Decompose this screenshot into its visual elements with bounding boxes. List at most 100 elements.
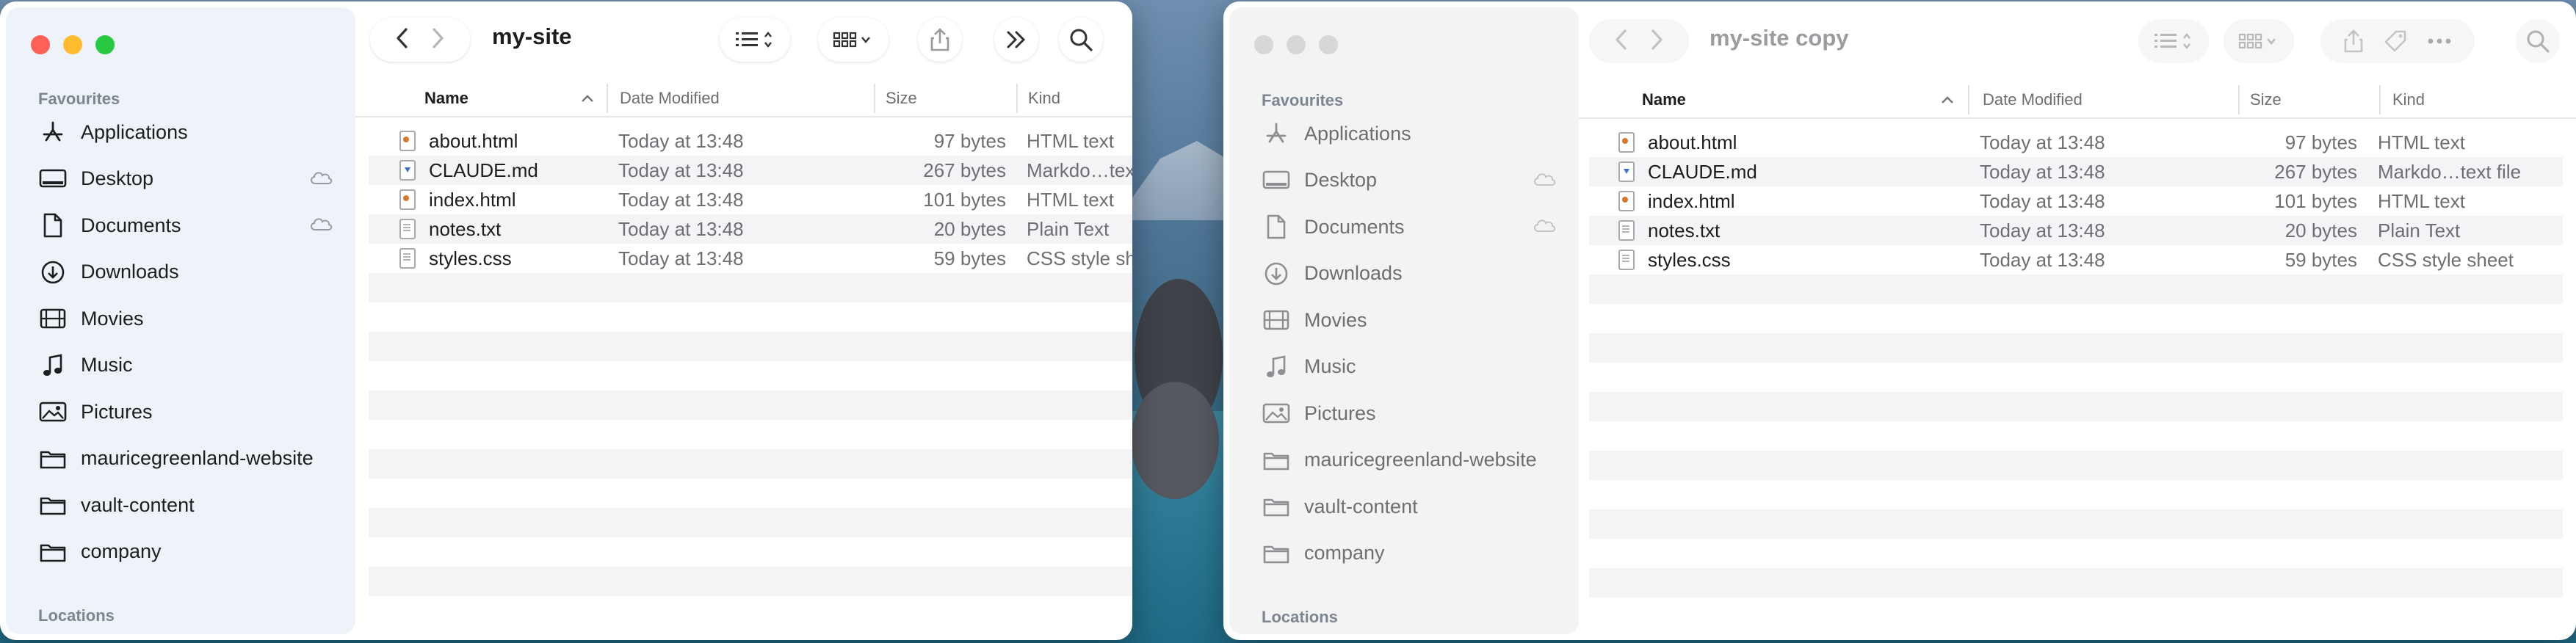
file-row[interactable]: CLAUDE.md Today at 13:48 267 bytes Markdo…t… <box>369 156 1132 185</box>
group-button[interactable] <box>2224 19 2294 63</box>
list-view-icon <box>2154 33 2190 49</box>
share-button[interactable] <box>918 18 962 62</box>
minimize-button[interactable] <box>63 35 82 54</box>
minimize-button[interactable] <box>1287 35 1306 54</box>
folder-icon <box>1262 539 1291 568</box>
tag-icon[interactable] <box>2383 29 2408 54</box>
share-tag-more-group <box>2320 19 2475 63</box>
column-divider[interactable] <box>1968 85 1969 115</box>
column-header-name[interactable]: Name <box>424 84 468 113</box>
column-header-kind[interactable]: Kind <box>1028 84 1060 113</box>
back-forward-control[interactable] <box>370 18 470 62</box>
file-row[interactable]: about.html Today at 13:48 97 bytes HTML tex… <box>1589 128 2563 157</box>
zoom-button[interactable] <box>1319 35 1338 54</box>
search-button[interactable] <box>1059 18 1103 62</box>
search-button[interactable] <box>2516 19 2560 63</box>
file-size: 20 bytes <box>933 217 1006 240</box>
sidebar-item-vault-content[interactable]: vault-content <box>1262 486 1557 527</box>
sidebar-item-documents[interactable]: Documents <box>38 205 333 246</box>
close-button[interactable] <box>1254 35 1273 54</box>
sort-ascending-icon[interactable] <box>1940 94 1955 106</box>
sidebar-item-downloads[interactable]: Downloads <box>1262 253 1557 294</box>
view-options-button[interactable] <box>720 18 790 62</box>
file-kind: Plain Text <box>1027 217 1110 240</box>
sidebar-item-mauricegreenland-website[interactable]: mauricegreenland-website <box>1262 440 1557 481</box>
file-name-cell: notes.txt <box>399 214 501 244</box>
icloud-icon <box>308 215 333 236</box>
column-divider[interactable] <box>2238 85 2240 115</box>
sidebar-item-label: Applications <box>1304 122 1411 145</box>
sidebar-item-applications[interactable]: Applications <box>1262 113 1557 154</box>
sidebar-item-music[interactable]: Music <box>1262 346 1557 388</box>
toolbar: my-site <box>355 1 1132 75</box>
sidebar-item-mauricegreenland-website[interactable]: mauricegreenland-website <box>38 438 333 479</box>
column-header-name[interactable]: Name <box>1642 85 1686 115</box>
chevron-double-right-icon <box>1007 31 1026 48</box>
file-row[interactable]: notes.txt Today at 13:48 20 bytes Plain Tex… <box>1589 216 2563 245</box>
sidebar-section-favourites: Favourites <box>1262 91 1344 109</box>
sidebar-item-pictures[interactable]: Pictures <box>1262 393 1557 434</box>
movies-icon <box>38 304 68 333</box>
empty-row <box>369 508 1132 537</box>
file-row[interactable]: styles.css Today at 13:48 59 bytes CSS styl… <box>369 244 1132 273</box>
sort-ascending-icon[interactable] <box>580 92 595 104</box>
documents-icon <box>1262 212 1291 241</box>
sidebar-item-movies[interactable]: Movies <box>1262 299 1557 341</box>
file-row[interactable]: about.html Today at 13:48 97 bytes HTML tex… <box>369 126 1132 156</box>
close-button[interactable] <box>31 35 50 54</box>
column-header-size[interactable]: Size <box>886 84 917 113</box>
forward-icon[interactable] <box>1649 29 1664 54</box>
sidebar-item-movies[interactable]: Movies <box>38 298 333 339</box>
date-modified: Today at 13:48 <box>1980 160 2105 183</box>
column-divider[interactable] <box>607 84 608 113</box>
back-forward-control[interactable] <box>1589 19 1689 63</box>
finder-window-my-site[interactable]: Favourites Applications Desktop Documents D… <box>0 1 1132 640</box>
file-row[interactable]: styles.css Today at 13:48 59 bytes CSS styl… <box>1589 245 2563 275</box>
share-icon[interactable] <box>2343 29 2364 54</box>
group-button[interactable] <box>818 18 889 62</box>
empty-row <box>1589 275 2563 304</box>
column-divider[interactable] <box>2379 85 2381 115</box>
file-row[interactable]: index.html Today at 13:48 101 bytes HTML te… <box>369 185 1132 214</box>
sidebar-item-documents[interactable]: Documents <box>1262 206 1557 247</box>
column-divider[interactable] <box>874 84 875 113</box>
empty-row <box>1589 568 2563 597</box>
empty-row <box>1589 509 2563 539</box>
column-header-date[interactable]: Date Modified <box>620 84 720 113</box>
back-icon[interactable] <box>1614 29 1629 54</box>
forward-icon[interactable] <box>430 27 445 53</box>
html-file-icon <box>1618 132 1635 153</box>
file-name: index.html <box>1648 189 1735 212</box>
sidebar-item-downloads[interactable]: Downloads <box>38 252 333 293</box>
finder-window-my-site-copy[interactable]: Favourites Applications Desktop Documents D… <box>1223 1 2576 640</box>
grid-view-icon <box>2238 33 2276 49</box>
file-row[interactable]: notes.txt Today at 13:48 20 bytes Plain Tex… <box>369 214 1132 244</box>
sidebar-item-pictures[interactable]: Pictures <box>38 391 333 432</box>
empty-row <box>369 361 1132 390</box>
sidebar-item-label: vault-content <box>81 493 195 516</box>
column-header-kind[interactable]: Kind <box>2392 85 2425 115</box>
file-name-cell: CLAUDE.md <box>399 156 538 185</box>
file-row[interactable]: index.html Today at 13:48 101 bytes HTML te… <box>1589 186 2563 216</box>
view-options-button[interactable] <box>2138 19 2209 63</box>
back-icon[interactable] <box>395 27 410 53</box>
toolbar: my-site copy <box>1579 1 2576 75</box>
file-size: 20 bytes <box>2284 219 2357 241</box>
sidebar-item-applications[interactable]: Applications <box>38 112 333 153</box>
zoom-button[interactable] <box>95 35 115 54</box>
sidebar-item-company[interactable]: company <box>1262 533 1557 574</box>
column-header-date[interactable]: Date Modified <box>1983 85 2083 115</box>
sidebar-item-company[interactable]: company <box>38 531 333 573</box>
ellipsis-icon[interactable] <box>2427 37 2452 45</box>
file-name-cell: CLAUDE.md <box>1618 157 1757 186</box>
column-divider[interactable] <box>1016 84 1018 113</box>
sidebar-item-vault-content[interactable]: vault-content <box>38 484 333 526</box>
empty-row <box>1589 597 2563 627</box>
sidebar-item-desktop[interactable]: Desktop <box>1262 160 1557 201</box>
sidebar-item-music[interactable]: Music <box>38 345 333 386</box>
column-header-size[interactable]: Size <box>2250 85 2282 115</box>
sidebar-item-desktop[interactable]: Desktop <box>38 159 333 200</box>
file-row[interactable]: CLAUDE.md Today at 13:48 267 bytes Markdo…t… <box>1589 157 2563 186</box>
file-name: notes.txt <box>1648 219 1721 241</box>
more-toolbar-button[interactable] <box>994 18 1038 62</box>
